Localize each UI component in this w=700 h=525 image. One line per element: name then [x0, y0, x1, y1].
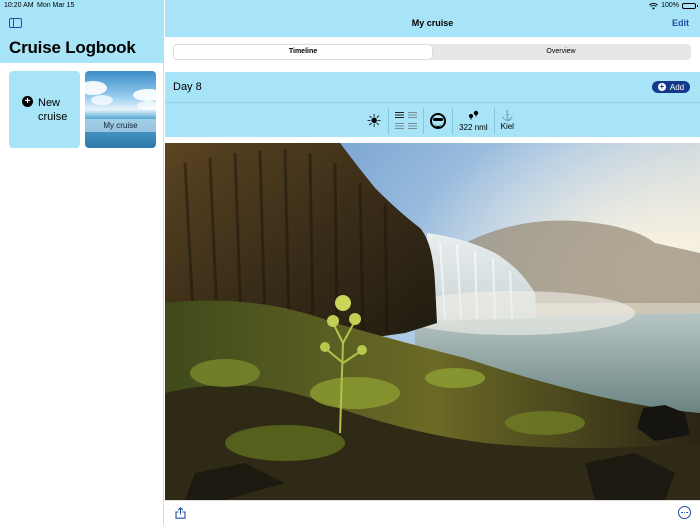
status-bar: 10:20 AM Mon Mar 15 100%: [0, 0, 700, 12]
cloud-decoration: [85, 81, 107, 95]
day-title: Day 8: [173, 81, 202, 93]
distance-item[interactable]: 322 nml: [452, 107, 493, 134]
main-content: My cruise Edit Timeline Overview Day 8 +…: [165, 0, 700, 525]
status-right: 100%: [649, 0, 698, 12]
battery-percent: 100%: [661, 2, 679, 9]
segment-overview[interactable]: Overview: [432, 45, 690, 59]
waterfall-photo: [165, 143, 700, 500]
cloud-decoration: [91, 95, 113, 105]
new-cruise-label: New cruise: [38, 97, 68, 123]
plus-circle-icon: +: [22, 96, 33, 107]
add-button[interactable]: + Add: [652, 81, 690, 93]
status-date: Mon Mar 15: [37, 2, 75, 9]
cloud-decoration: [137, 101, 156, 110]
edit-button[interactable]: Edit: [672, 18, 689, 28]
segment-timeline[interactable]: Timeline: [174, 45, 432, 59]
distance-value: 322 nml: [459, 122, 488, 132]
sunglasses-face-icon: [430, 112, 447, 129]
sidebar-title: Cruise Logbook: [9, 38, 136, 57]
new-cruise-button[interactable]: + New cruise: [9, 71, 80, 148]
view-segmented-control: Timeline Overview: [173, 44, 691, 60]
day-header: Day 8 + Add: [165, 72, 700, 102]
plus-circle-icon: +: [657, 82, 666, 91]
sidebar: Cruise Logbook + New cruise My cruise: [0, 0, 164, 525]
port-value: Kiel: [500, 121, 514, 131]
cruise-cards: + New cruise My cruise: [9, 71, 156, 148]
day-info-bar: ☀ 322 nml ⚓ Kiel: [165, 102, 700, 137]
day-info-items: ☀ 322 nml ⚓ Kiel: [360, 103, 520, 138]
route-pins-icon: [468, 110, 479, 123]
nav-title: My cruise: [411, 18, 454, 28]
port-item[interactable]: ⚓ Kiel: [493, 107, 520, 134]
status-time: 10:20 AM: [4, 2, 34, 9]
waves-lines-icon: [395, 112, 418, 129]
share-icon[interactable]: [175, 507, 186, 519]
sea-state-item[interactable]: [388, 107, 423, 134]
wifi-icon: [649, 2, 659, 10]
more-ellipsis-icon[interactable]: [678, 506, 691, 519]
day-photo[interactable]: [165, 143, 700, 500]
add-label: Add: [669, 82, 685, 92]
anchor-icon: ⚓: [501, 110, 514, 122]
sun-icon: ☀: [366, 110, 383, 131]
bottom-toolbar: [165, 500, 700, 525]
battery-icon: [682, 3, 698, 9]
sidebar-toggle-icon[interactable]: [9, 18, 22, 28]
cruise-card-my-cruise[interactable]: My cruise: [85, 71, 156, 148]
weather-item[interactable]: ☀: [360, 108, 388, 134]
cruise-card-label: My cruise: [85, 119, 156, 132]
cloud-decoration: [133, 89, 156, 101]
mood-item[interactable]: [423, 107, 452, 134]
